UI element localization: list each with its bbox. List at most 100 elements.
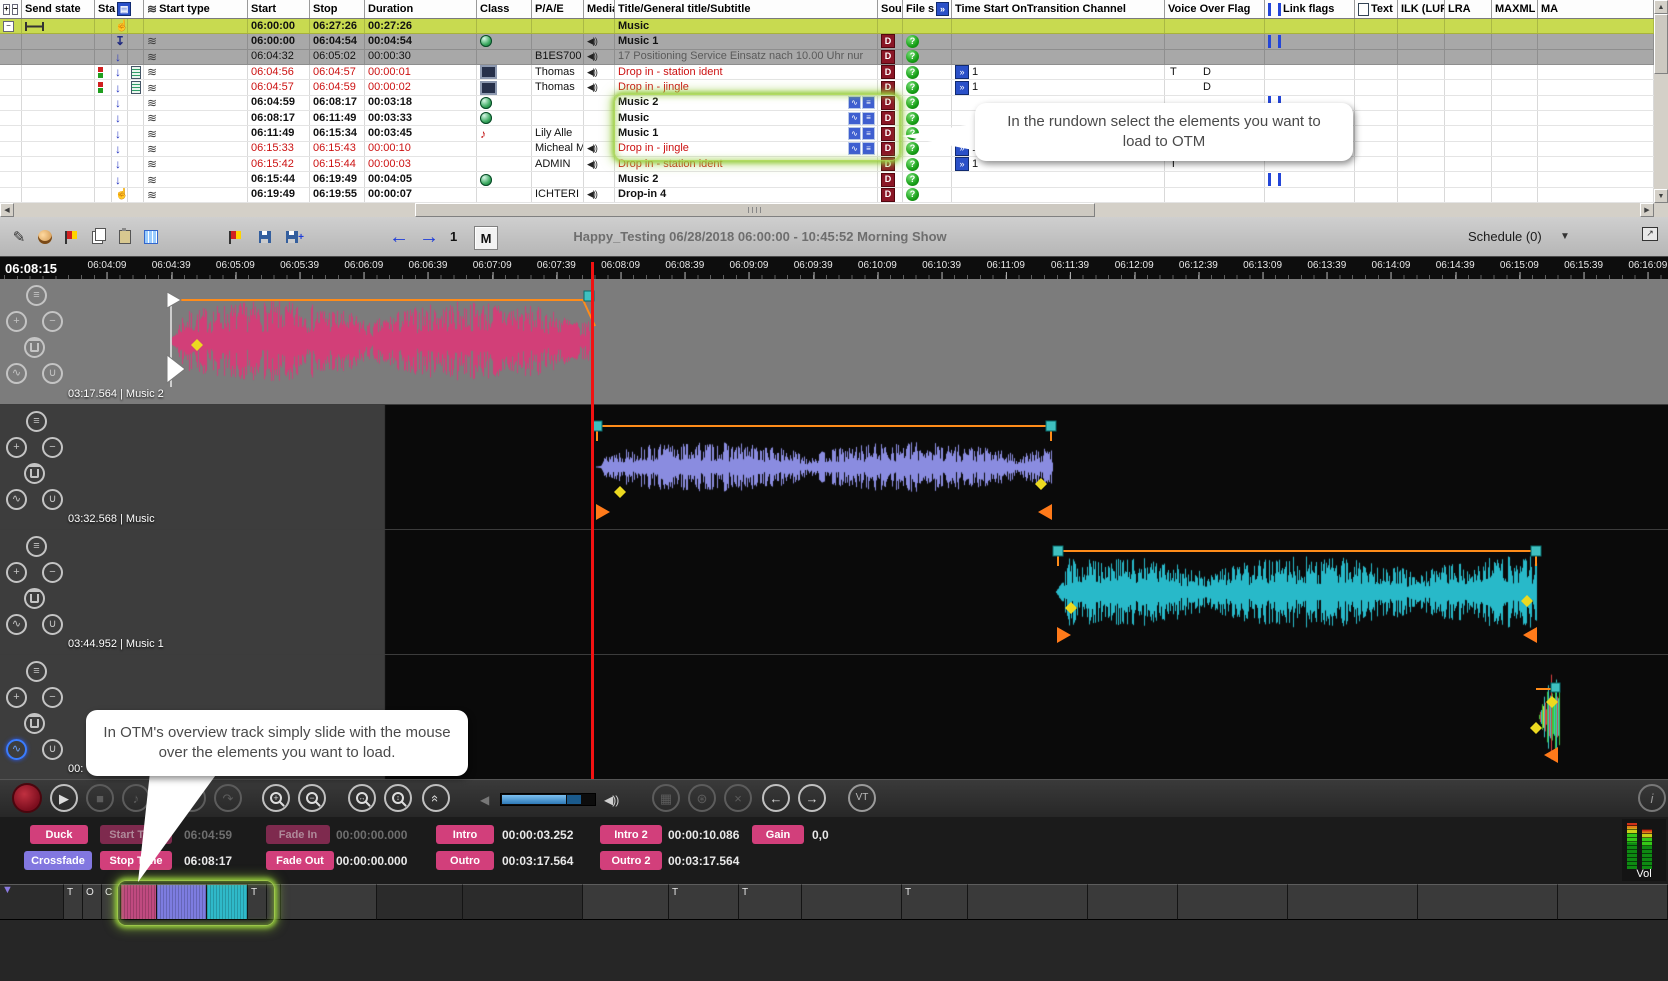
track-options-button[interactable]: ≡	[26, 536, 47, 557]
column-header[interactable]: Title/General title/Subtitle	[615, 0, 878, 18]
redo-button[interactable]: ↷	[214, 784, 242, 812]
outro-button[interactable]: Outro	[436, 851, 494, 870]
rundown-row[interactable]: ↓≋06:08:1706:11:4900:03:33Music∿≡D?	[0, 111, 1654, 126]
grid-view-icon[interactable]	[138, 224, 164, 250]
zoom-in-button[interactable]: +	[262, 784, 290, 812]
track-loop-button[interactable]: ∪	[42, 739, 63, 760]
column-header[interactable]: Send state	[22, 0, 95, 18]
track-fade-button[interactable]: ∿	[6, 489, 27, 510]
scroll-down-button[interactable]: ▼	[1654, 189, 1668, 203]
save-icon[interactable]	[252, 224, 278, 250]
overview-segment[interactable]: T	[248, 884, 267, 920]
column-header[interactable]: File s»	[903, 0, 952, 18]
rundown-row[interactable]: ↓≋06:11:4906:15:3400:03:45♪Lily AlleMusi…	[0, 126, 1654, 141]
overview-segment[interactable]	[267, 884, 281, 920]
overview-segment[interactable]	[377, 884, 463, 920]
info-button[interactable]: i	[1638, 784, 1666, 812]
column-header[interactable]: Duration	[365, 0, 477, 18]
collapse-tracks-button[interactable]: «	[422, 784, 450, 812]
otm-load-icon[interactable]: ∿	[848, 112, 861, 125]
collapse-row-icon[interactable]: −	[3, 21, 14, 32]
scroll-up-button[interactable]: ▲	[1654, 0, 1668, 14]
fade-in-button[interactable]: Fade In	[266, 825, 330, 844]
rundown-row[interactable]: ☝≋06:19:4906:19:5500:00:07ICHTERI◀))Drop…	[0, 188, 1654, 203]
rundown-row[interactable]: ↧≋06:00:0006:04:5400:04:54◀))Music 1D?	[0, 34, 1654, 49]
overview-segment[interactable]: C	[102, 884, 121, 920]
next-hour-button[interactable]: →	[416, 224, 442, 250]
overview-segment[interactable]: T	[902, 884, 968, 920]
rundown-row[interactable]: ↓≋06:04:3206:05:0200:00:30B1ES700◀))17 P…	[0, 50, 1654, 65]
column-header[interactable]: ILK (LUF	[1398, 0, 1445, 18]
overview-segment[interactable]	[968, 884, 1088, 920]
otm-load-icon[interactable]: ∿	[848, 142, 861, 155]
track-delete-button[interactable]	[24, 337, 45, 358]
track-options-button[interactable]: ≡	[26, 411, 47, 432]
edit-pencil-icon[interactable]: ✎	[6, 224, 32, 250]
overview-segment-purple[interactable]	[157, 884, 207, 920]
column-header[interactable]: Voice Over Flag	[1165, 0, 1265, 18]
column-header[interactable]: ≋Start type	[144, 0, 248, 18]
duck-button[interactable]: Duck	[30, 825, 88, 844]
track-waveform-canvas[interactable]	[0, 279, 1668, 404]
track-loop-button[interactable]: ∪	[42, 363, 63, 384]
overview-expand-icon[interactable]: ▼	[2, 884, 13, 896]
track-remove-button[interactable]: −	[42, 311, 63, 332]
column-header[interactable]: Sour	[878, 0, 903, 18]
zoom-selection-button[interactable]: ↔	[348, 784, 376, 812]
overview-segment[interactable]	[1418, 884, 1558, 920]
track-remove-button[interactable]: −	[42, 437, 63, 458]
overview-track[interactable]: TOCTTTT	[0, 884, 1668, 920]
hscroll-thumb[interactable]	[415, 203, 1095, 217]
track-add-button[interactable]: +	[6, 311, 27, 332]
track-fade-button[interactable]: ∿	[6, 739, 27, 760]
gain-button[interactable]: Gain	[752, 825, 804, 844]
track-add-button[interactable]: +	[6, 562, 27, 583]
volume-slider[interactable]	[500, 793, 596, 806]
cancel-button[interactable]: ×	[724, 784, 752, 812]
previous-element-button[interactable]: ←	[762, 784, 790, 812]
column-header[interactable]: LRA	[1445, 0, 1492, 18]
column-header[interactable]: Sta▤	[95, 0, 144, 18]
scroll-left-button[interactable]: ◀	[0, 203, 14, 217]
stop-time-button[interactable]: Stop Time	[100, 851, 172, 870]
overview-segment[interactable]	[802, 884, 902, 920]
rundown-vscrollbar[interactable]: ▲ ▼	[1654, 0, 1668, 203]
copy-icon[interactable]	[84, 224, 110, 250]
overview-segment[interactable]: T	[739, 884, 802, 920]
rundown-row[interactable]: ↓≋06:04:5606:04:5700:00:01Thomas◀))Drop …	[0, 65, 1654, 80]
popout-icon[interactable]: ↗	[1642, 227, 1658, 241]
rundown-row[interactable]: ↓≋06:15:4206:15:4400:00:03ADMIN◀))Drop i…	[0, 157, 1654, 172]
column-header[interactable]: Stop	[310, 0, 365, 18]
track-waveform-canvas[interactable]	[0, 530, 1668, 655]
drag-hand-icon[interactable]: ☝	[115, 21, 128, 32]
track-delete-button[interactable]	[24, 588, 45, 609]
overview-segment[interactable]	[1288, 884, 1418, 920]
otm-load-icon[interactable]: ≡	[862, 142, 875, 155]
flag-icon[interactable]	[58, 224, 84, 250]
stop-button[interactable]: ■	[86, 784, 114, 812]
drag-hand-icon[interactable]: ☝	[115, 189, 128, 200]
next-element-button[interactable]: →	[798, 784, 826, 812]
track-add-button[interactable]: +	[6, 687, 27, 708]
otm-load-icon[interactable]: ∿	[848, 127, 861, 140]
track-options-button[interactable]: ≡	[26, 285, 47, 306]
track-remove-button[interactable]: −	[42, 687, 63, 708]
schedule-dropdown[interactable]: Schedule (0)	[1468, 229, 1542, 244]
collapse-all-icon[interactable]: −	[12, 4, 19, 15]
column-header[interactable]: Class	[477, 0, 532, 18]
overview-segment-cyan[interactable]	[207, 884, 248, 920]
overview-segment[interactable]: T	[669, 884, 739, 920]
scroll-right-button[interactable]: ▶	[1640, 203, 1654, 217]
overview-segment[interactable]	[583, 884, 669, 920]
play-button[interactable]: ▶	[50, 784, 78, 812]
track-add-button[interactable]: +	[6, 437, 27, 458]
column-header[interactable]: Text	[1355, 0, 1398, 18]
overview-segment[interactable]	[1178, 884, 1288, 920]
export-button[interactable]: ⊛	[688, 784, 716, 812]
zoom-fit-button[interactable]: ↕	[384, 784, 412, 812]
start-time-button[interactable]: Start Time	[100, 825, 172, 844]
column-header[interactable]: MA	[1538, 0, 1654, 18]
rundown-row[interactable]: ↓≋06:15:3306:15:4300:00:10Micheal M◀))Dr…	[0, 142, 1654, 157]
expand-all-icon[interactable]: +	[3, 4, 10, 15]
user-icon[interactable]	[32, 224, 58, 250]
